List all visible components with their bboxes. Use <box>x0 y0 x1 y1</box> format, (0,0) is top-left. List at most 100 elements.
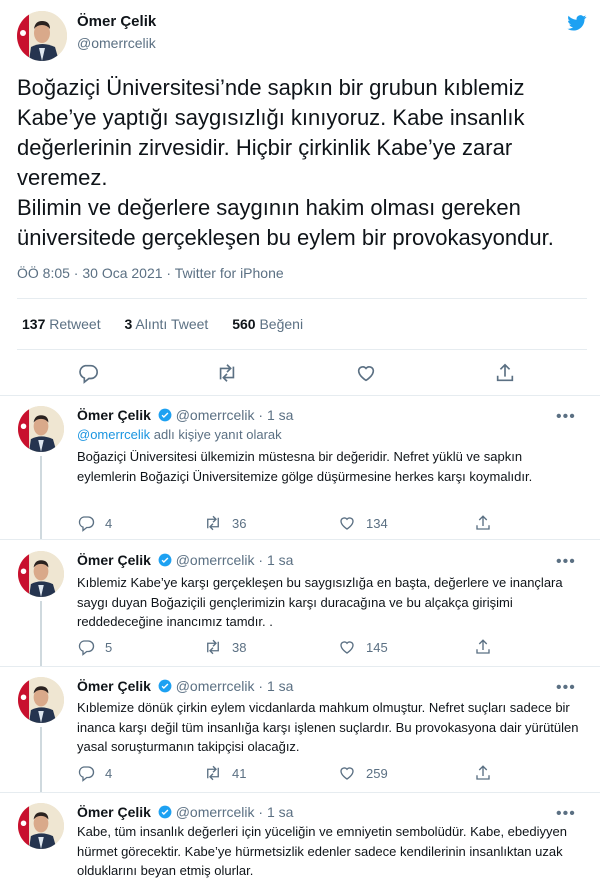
twitter-logo-icon <box>567 15 587 31</box>
author-name[interactable]: Ömer Çelik <box>77 552 151 568</box>
share-icon <box>474 638 492 656</box>
like-button[interactable]: 134 <box>338 513 388 533</box>
share-icon[interactable] <box>494 362 516 384</box>
retweet-icon[interactable] <box>216 362 238 384</box>
reply-count: 4 <box>105 515 113 531</box>
author-handle[interactable]: @omerrcelik <box>176 407 255 423</box>
tweet-actions <box>0 360 600 386</box>
more-options-icon[interactable]: ••• <box>556 805 576 823</box>
like-button[interactable]: 145 <box>338 637 388 657</box>
reply-icon <box>77 764 95 782</box>
avatar-photo-icon <box>18 551 64 597</box>
reply-header: Ömer Çelik @omerrcelik · 1 sa <box>77 407 293 423</box>
tweet-actions: 4 36 134 <box>77 513 497 533</box>
reply-icon <box>77 514 95 532</box>
share-button[interactable] <box>474 637 492 657</box>
author-name[interactable]: Ömer Çelik <box>77 407 151 423</box>
reply-tweet[interactable]: Ömer Çelik @omerrcelik · 1 sa ••• @omerr… <box>0 396 600 540</box>
reply-count: 4 <box>105 765 113 781</box>
retweet-stat[interactable]: 137 Retweet <box>22 316 101 332</box>
retweet-count: 38 <box>232 639 247 655</box>
reply-tweet[interactable]: Ömer Çelik @omerrcelik · 1 sa ••• Kıblem… <box>0 667 600 793</box>
reply-count: 5 <box>105 639 113 655</box>
avatar[interactable] <box>17 11 67 61</box>
more-options-icon[interactable]: ••• <box>556 553 576 571</box>
like-icon[interactable] <box>355 362 377 384</box>
tweet-time[interactable]: · 1 sa <box>258 678 293 694</box>
thread-line <box>40 727 42 793</box>
like-count: 134 <box>366 515 388 531</box>
like-icon <box>338 764 356 782</box>
like-button[interactable]: 259 <box>338 763 388 783</box>
retweet-button[interactable]: 41 <box>204 763 246 783</box>
verified-badge-icon <box>158 679 172 693</box>
reply-header: Ömer Çelik @omerrcelik · 1 sa <box>77 552 293 568</box>
avatar[interactable] <box>18 551 64 597</box>
reply-tweet[interactable]: Ömer Çelik @omerrcelik · 1 sa ••• Kıblem… <box>0 541 600 667</box>
reply-button[interactable]: 4 <box>77 763 112 783</box>
tweet-text: Boğaziçi Üniversitesi ülkemizin müstesna… <box>77 449 533 484</box>
avatar[interactable] <box>18 677 64 723</box>
retweet-icon <box>204 764 222 782</box>
divider <box>17 298 587 299</box>
tweet-text: Boğaziçi Üniversitesi’nde sapkın bir gru… <box>17 75 554 250</box>
reply-button[interactable]: 5 <box>77 637 112 657</box>
reply-to-mention[interactable]: @omerrcelik <box>77 427 150 442</box>
more-options-icon[interactable]: ••• <box>556 679 576 697</box>
tweet-text: Kıblemiz Kabe’ye karşı gerçekleşen bu sa… <box>77 575 563 629</box>
retweet-button[interactable]: 38 <box>204 637 246 657</box>
reply-icon <box>77 638 95 656</box>
share-icon <box>474 514 492 532</box>
reply-context: @omerrcelik adlı kişiye yanıt olarak <box>77 427 282 442</box>
author-name[interactable]: Ömer Çelik <box>77 13 156 30</box>
avatar-photo-icon <box>18 677 64 723</box>
tweet-stats: 137 Retweet 3 Alıntı Tweet 560 Beğeni <box>22 316 323 332</box>
avatar[interactable] <box>18 803 64 849</box>
like-icon <box>338 514 356 532</box>
main-tweet: Ömer Çelik @omerrcelik Boğaziçi Üniversi… <box>0 0 600 396</box>
reply-header: Ömer Çelik @omerrcelik · 1 sa <box>77 804 293 820</box>
avatar-photo-icon <box>17 11 67 61</box>
retweet-icon <box>204 638 222 656</box>
like-count: 259 <box>366 765 388 781</box>
like-icon <box>338 638 356 656</box>
more-options-icon[interactable]: ••• <box>556 408 576 426</box>
reply-button[interactable]: 4 <box>77 513 112 533</box>
reply-tweet[interactable]: Ömer Çelik @omerrcelik · 1 sa ••• Kabe, … <box>0 793 600 879</box>
tweet-time[interactable]: · 1 sa <box>258 552 293 568</box>
retweet-button[interactable]: 36 <box>204 513 246 533</box>
like-stat[interactable]: 560 Beğeni <box>232 316 303 332</box>
tweet-time[interactable]: · 1 sa <box>258 804 293 820</box>
reply-icon[interactable] <box>77 362 99 384</box>
retweet-icon <box>204 514 222 532</box>
tweet-timestamp[interactable]: ÖÖ 8:05 · 30 Oca 2021 · Twitter for iPho… <box>17 265 284 281</box>
retweet-count: 36 <box>232 515 247 531</box>
tweet-actions: 4 41 259 <box>77 763 497 783</box>
verified-badge-icon <box>158 408 172 422</box>
author-name[interactable]: Ömer Çelik <box>77 804 151 820</box>
author-handle[interactable]: @omerrcelik <box>176 678 255 694</box>
quote-stat[interactable]: 3 Alıntı Tweet <box>125 316 209 332</box>
reply-header: Ömer Çelik @omerrcelik · 1 sa <box>77 678 293 694</box>
verified-badge-icon <box>158 805 172 819</box>
like-count: 145 <box>366 639 388 655</box>
avatar[interactable] <box>18 406 64 452</box>
verified-badge-icon <box>158 553 172 567</box>
share-icon <box>474 764 492 782</box>
retweet-count: 41 <box>232 765 247 781</box>
tweet-time[interactable]: · 1 sa <box>258 407 293 423</box>
divider <box>0 539 600 540</box>
share-button[interactable] <box>474 763 492 783</box>
share-button[interactable] <box>474 513 492 533</box>
author-handle[interactable]: @omerrcelik <box>77 35 156 51</box>
avatar-photo-icon <box>18 803 64 849</box>
avatar-photo-icon <box>18 406 64 452</box>
thread-line <box>40 456 42 540</box>
author-name[interactable]: Ömer Çelik <box>77 678 151 694</box>
divider <box>17 349 587 350</box>
author-handle[interactable]: @omerrcelik <box>176 552 255 568</box>
thread-line <box>40 601 42 667</box>
author-handle[interactable]: @omerrcelik <box>176 804 255 820</box>
tweet-text: Kıblemize dönük çirkin eylem vicdanlarda… <box>77 700 579 754</box>
tweet-actions: 5 38 145 <box>77 637 497 657</box>
